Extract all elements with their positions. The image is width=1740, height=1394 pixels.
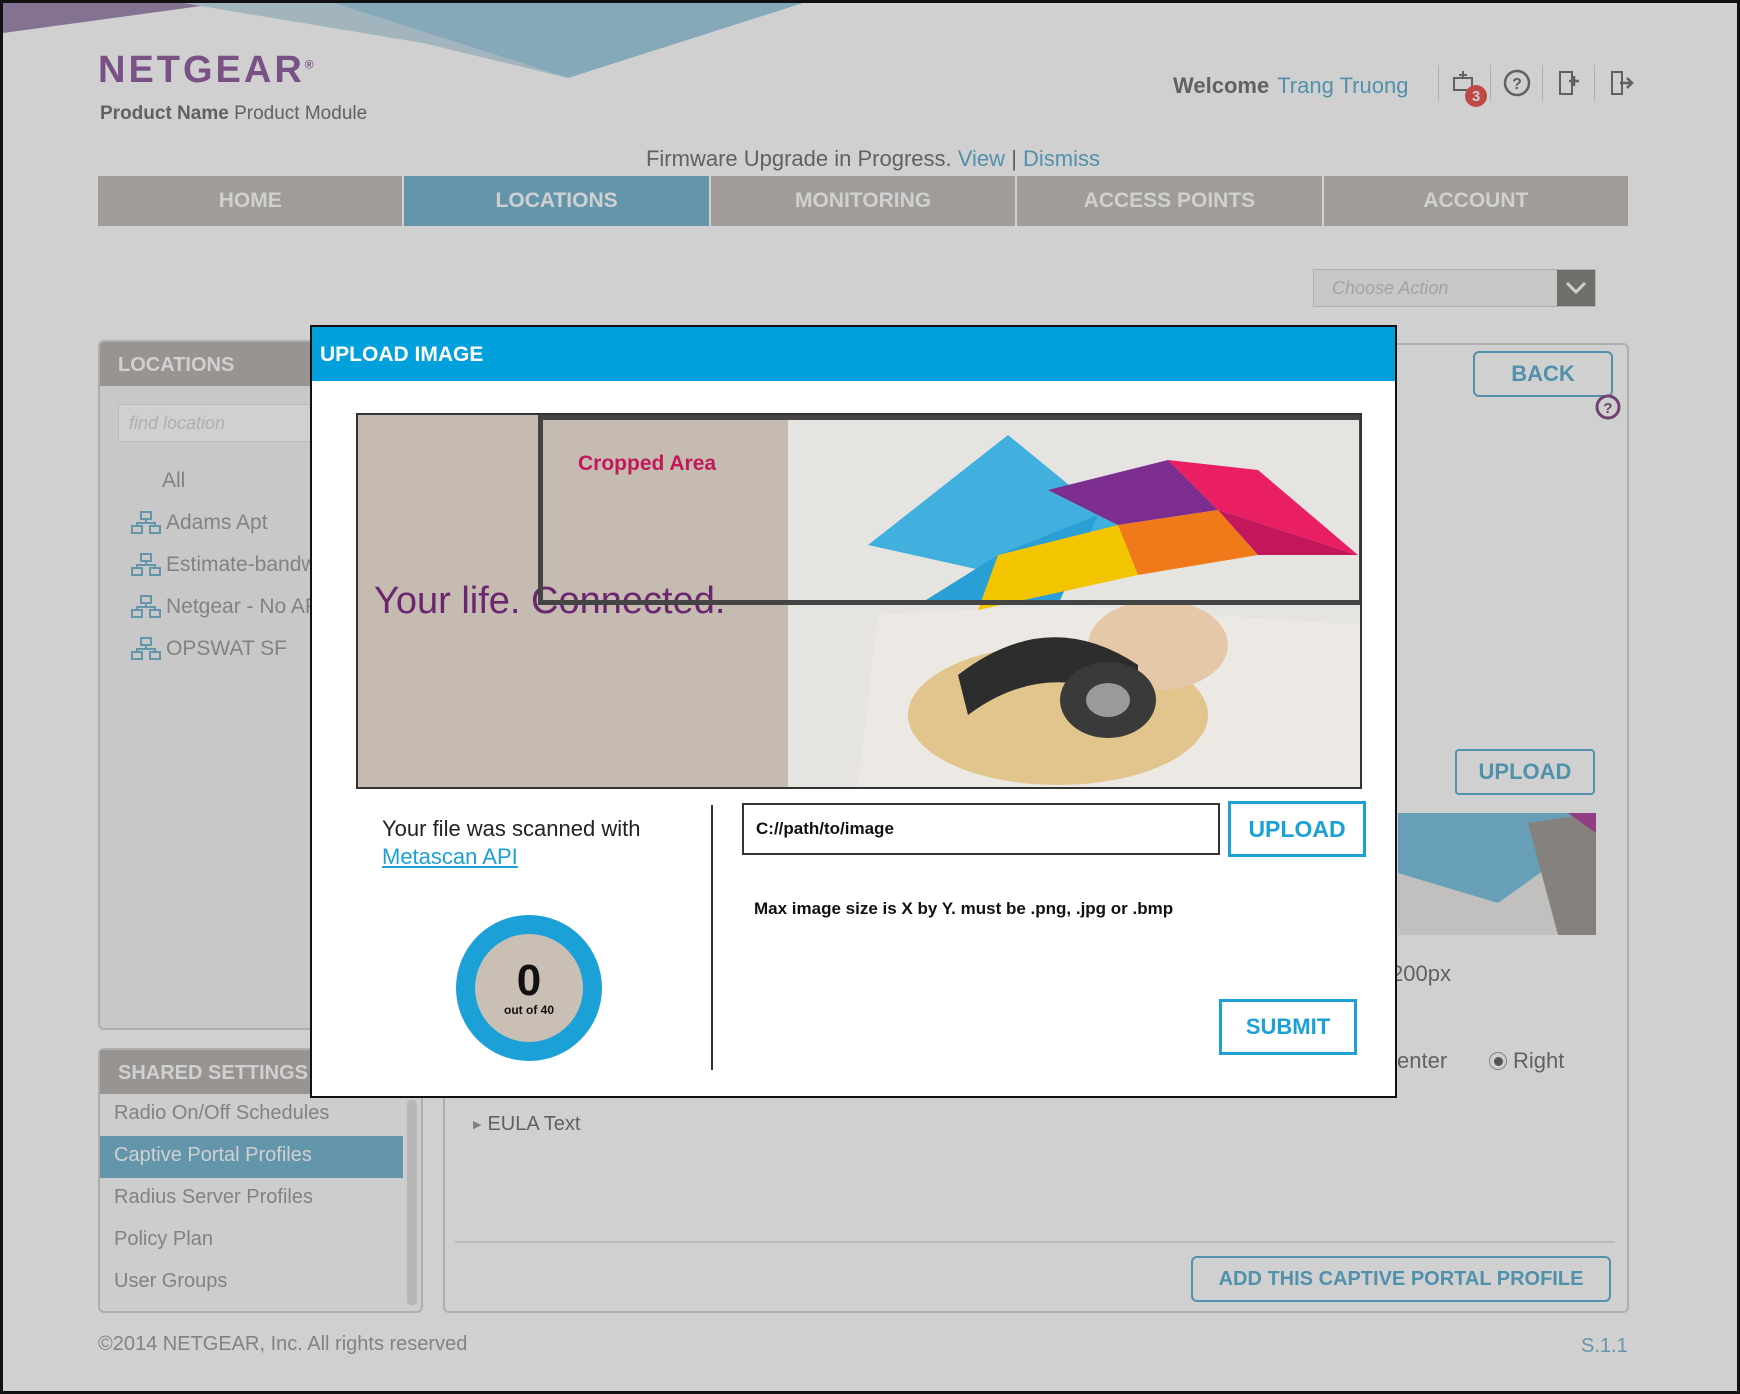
modal-title: UPLOAD IMAGE: [312, 327, 1395, 381]
crop-area-label: Cropped Area: [578, 452, 717, 475]
scan-threat-total: out of 40: [504, 1003, 554, 1017]
upload-image-modal: UPLOAD IMAGE Your life. Connected. Cropp…: [310, 325, 1397, 1098]
image-preview: Your life. Connected. Cropped Area: [356, 413, 1362, 789]
submit-button[interactable]: SUBMIT: [1219, 999, 1357, 1055]
scan-threat-count: 0: [516, 956, 542, 1005]
metascan-link[interactable]: Metascan API: [382, 844, 518, 869]
max-size-hint: Max image size is X by Y. must be .png, …: [754, 899, 1174, 918]
modal-divider: [711, 805, 713, 1070]
scan-result-gauge: 0 out of 40: [456, 915, 602, 1061]
crop-area-handle[interactable]: Cropped Area: [538, 415, 1360, 605]
file-path-input[interactable]: C://path/to/image: [742, 803, 1220, 855]
upload-button[interactable]: UPLOAD: [1228, 801, 1366, 857]
scan-info: Your file was scanned with Metascan API: [382, 816, 641, 869]
